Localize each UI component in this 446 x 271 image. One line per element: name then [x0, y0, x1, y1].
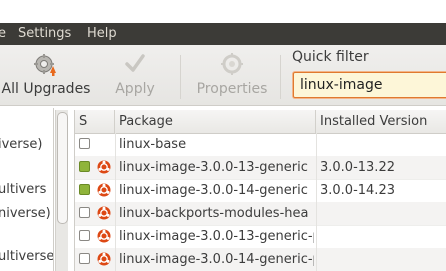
scrollbar-thumb[interactable]: [57, 112, 68, 224]
package-status-checkbox[interactable]: [79, 253, 90, 264]
column-divider: [115, 133, 116, 271]
apply-button[interactable]: Apply: [108, 45, 162, 105]
installed-version: 3.0.0-13.22: [320, 160, 395, 175]
table-row[interactable]: linux-image-3.0.0-14-generic 3.0.0-14.23: [75, 179, 446, 203]
package-status-checkbox[interactable]: [79, 230, 90, 241]
quick-filter-label: Quick filter: [292, 49, 369, 65]
table-header: S Package Installed Version: [75, 110, 446, 134]
menu-edit[interactable]: e: [0, 26, 6, 41]
ubuntu-supported-icon: [97, 229, 111, 243]
mark-upgrades-icon: [33, 51, 59, 77]
table-row[interactable]: linux-image-3.0.0-14-generic-p: [75, 248, 446, 271]
package-name: linux-image-3.0.0-13-generic-p: [119, 229, 314, 244]
installed-version: [320, 133, 445, 156]
section-list-scrollbar[interactable]: [55, 110, 68, 271]
menu-settings[interactable]: Settings: [18, 26, 71, 41]
menu-help[interactable]: Help: [87, 26, 117, 41]
all-upgrades-label: All Upgrades: [1, 81, 91, 97]
column-header-status[interactable]: S: [75, 110, 115, 133]
package-status-checkbox[interactable]: [79, 138, 90, 149]
package-name: linux-image-3.0.0-13-generic: [119, 160, 308, 175]
package-status-checkbox[interactable]: [79, 207, 90, 218]
ubuntu-supported-icon: [97, 206, 111, 220]
installed-version: 3.0.0-14.23: [320, 183, 395, 198]
column-divider: [316, 133, 317, 271]
properties-button[interactable]: Properties: [194, 45, 270, 105]
checkmark-icon: [122, 51, 148, 77]
package-name: linux-backports-modules-hea: [119, 206, 309, 221]
apply-label: Apply: [115, 81, 155, 97]
package-name: linux-image-3.0.0-14-generic-p: [119, 252, 314, 267]
all-upgrades-button[interactable]: All Upgrades: [0, 45, 92, 105]
package-status-checkbox[interactable]: [79, 184, 90, 195]
package-status-checkbox[interactable]: [79, 161, 90, 172]
quick-filter-input[interactable]: [293, 72, 446, 98]
package-table: S Package Installed Version linux-base li…: [74, 110, 446, 271]
installed-version: [320, 248, 445, 271]
package-name: linux-image-3.0.0-14-generic: [119, 183, 308, 198]
gear-icon: [219, 51, 245, 77]
toolbar-separator-2: [280, 55, 281, 99]
table-row[interactable]: linux-image-3.0.0-13-generic 3.0.0-13.22: [75, 156, 446, 180]
table-row[interactable]: linux-backports-modules-hea: [75, 202, 446, 226]
table-row[interactable]: linux-image-3.0.0-13-generic-p: [75, 225, 446, 249]
ubuntu-supported-icon: [97, 183, 111, 197]
section-item[interactable]: ultivers: [0, 182, 46, 197]
package-name: linux-base: [119, 137, 187, 152]
section-list: iverse) ultivers niverse) ultiverse: [0, 108, 54, 271]
installed-version: [320, 225, 445, 248]
menubar: e Settings Help: [0, 23, 446, 45]
section-item[interactable]: iverse): [0, 137, 43, 152]
column-header-installed-version[interactable]: Installed Version: [316, 110, 446, 133]
installed-version: [320, 202, 445, 225]
column-header-package[interactable]: Package: [115, 110, 316, 133]
section-item[interactable]: ultiverse: [0, 249, 53, 264]
ubuntu-supported-icon: [97, 160, 111, 174]
toolbar-separator: [180, 55, 181, 99]
table-row[interactable]: linux-base: [75, 133, 446, 157]
section-item[interactable]: niverse): [0, 206, 51, 221]
ubuntu-supported-icon: [97, 252, 111, 266]
properties-label: Properties: [196, 81, 268, 97]
title-area: [0, 0, 446, 23]
